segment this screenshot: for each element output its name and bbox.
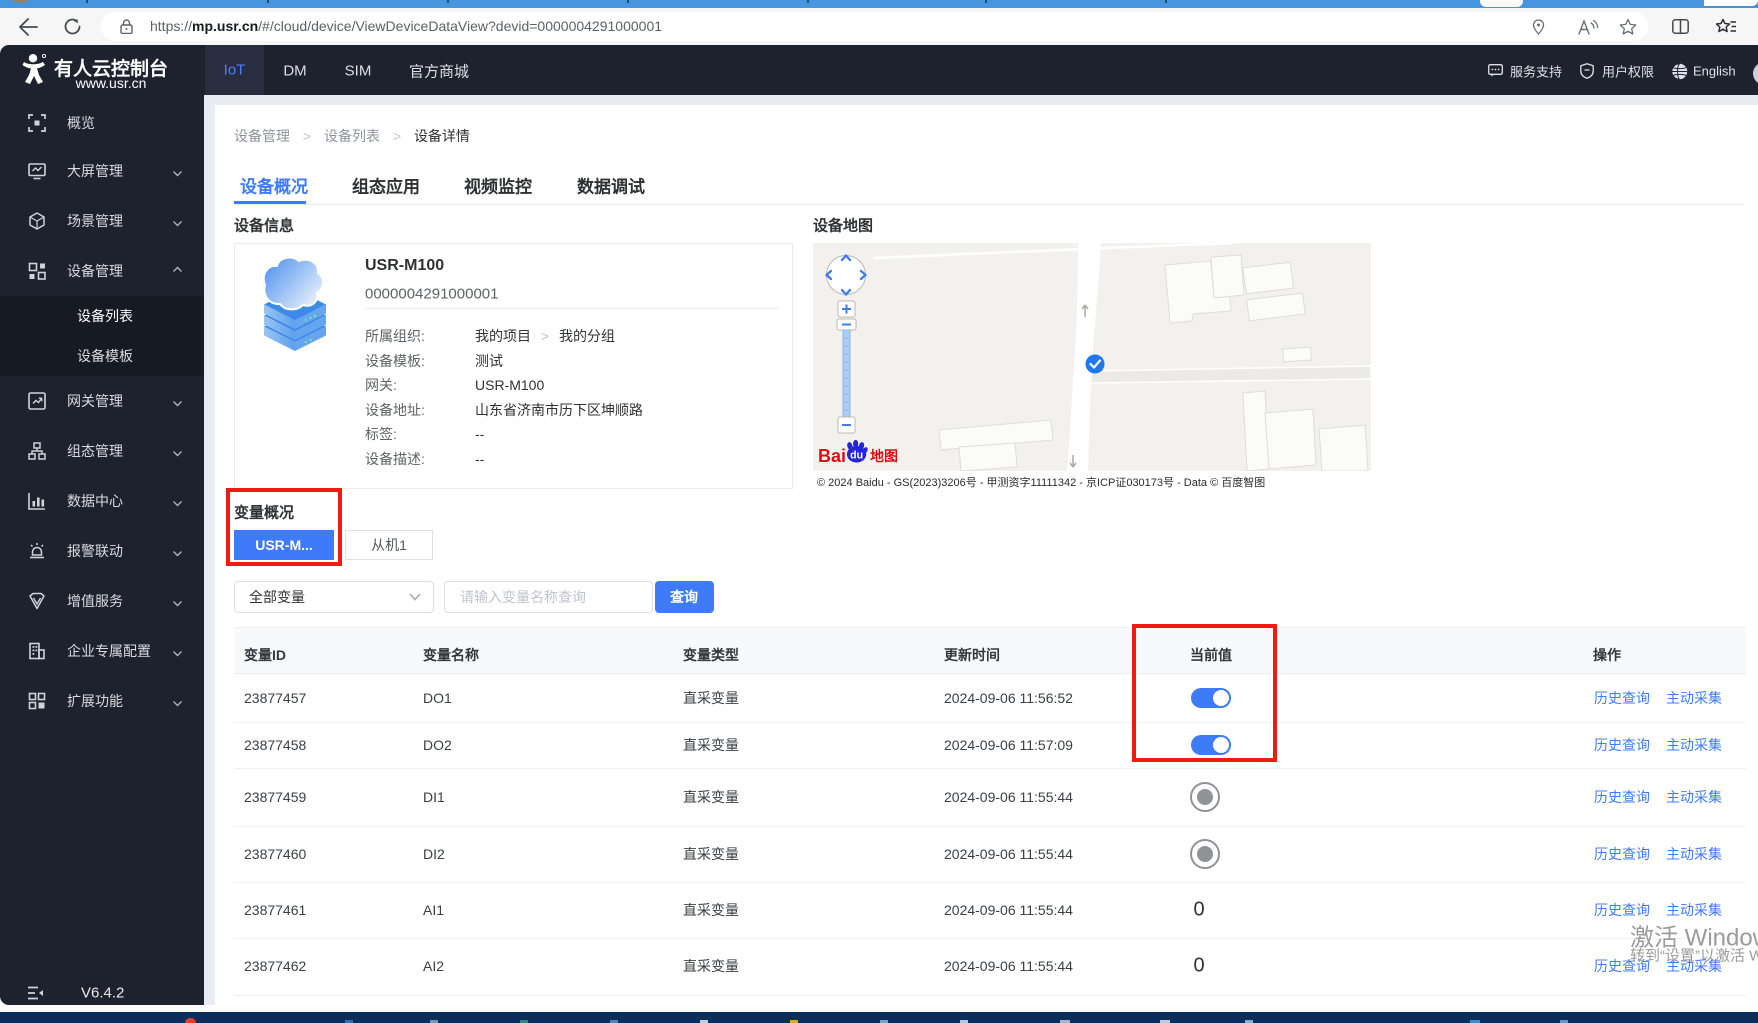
svg-text:Bai: Bai xyxy=(818,446,846,466)
svg-text:地图: 地图 xyxy=(870,448,898,464)
svg-text:du: du xyxy=(850,449,863,461)
